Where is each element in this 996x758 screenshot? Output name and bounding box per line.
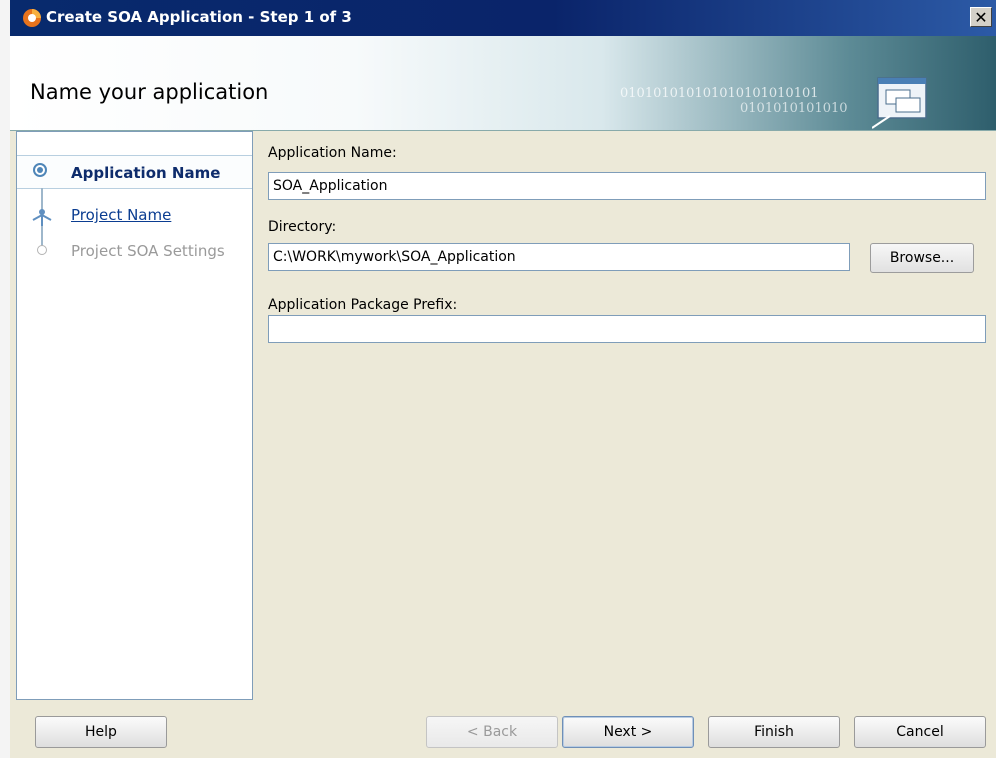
directory-label: Directory:	[268, 219, 337, 235]
current-step-icon	[33, 163, 47, 177]
page-title: Name your application	[30, 80, 269, 104]
pending-step-icon	[37, 245, 47, 255]
app-name-label: Application Name:	[268, 145, 397, 161]
wizard-dialog: Create SOA Application - Step 1 of 3 ✕ N…	[10, 0, 996, 758]
form-area: Application Name: SOA_Application Direct…	[258, 131, 996, 700]
window-title: Create SOA Application - Step 1 of 3	[46, 8, 352, 26]
finish-button[interactable]: Finish	[708, 716, 840, 748]
application-windows-icon	[872, 77, 927, 129]
step-person-icon	[32, 209, 52, 226]
step-project-name[interactable]: Project Name	[71, 206, 171, 224]
cancel-button[interactable]: Cancel	[854, 716, 986, 748]
package-prefix-input[interactable]	[268, 315, 986, 343]
help-button[interactable]: Help	[35, 716, 167, 748]
next-button[interactable]: Next >	[562, 716, 694, 748]
package-prefix-label: Application Package Prefix:	[268, 297, 458, 313]
browse-button[interactable]: Browse...	[870, 243, 974, 273]
close-button[interactable]: ✕	[970, 7, 992, 27]
close-icon: ✕	[974, 8, 988, 27]
banner-binary-decoration-2: 0101010101010	[740, 101, 848, 116]
back-button[interactable]: < Back	[426, 716, 558, 748]
step-project-soa-settings: Project SOA Settings	[71, 242, 225, 260]
header-banner: Name your application 010101010101010101…	[10, 36, 996, 131]
app-name-input[interactable]: SOA_Application	[268, 172, 986, 200]
button-bar: Help < Back Next > Finish Cancel	[10, 700, 996, 758]
oracle-app-icon	[23, 9, 41, 27]
directory-input[interactable]: C:\WORK\mywork\SOA_Application	[268, 243, 850, 271]
wizard-steps-panel: Application Name Project Name Project SO…	[16, 131, 253, 700]
banner-binary-decoration: 010101010101010101010101	[620, 86, 819, 101]
title-bar[interactable]: Create SOA Application - Step 1 of 3 ✕	[10, 0, 996, 36]
step-application-name[interactable]: Application Name	[71, 164, 220, 182]
